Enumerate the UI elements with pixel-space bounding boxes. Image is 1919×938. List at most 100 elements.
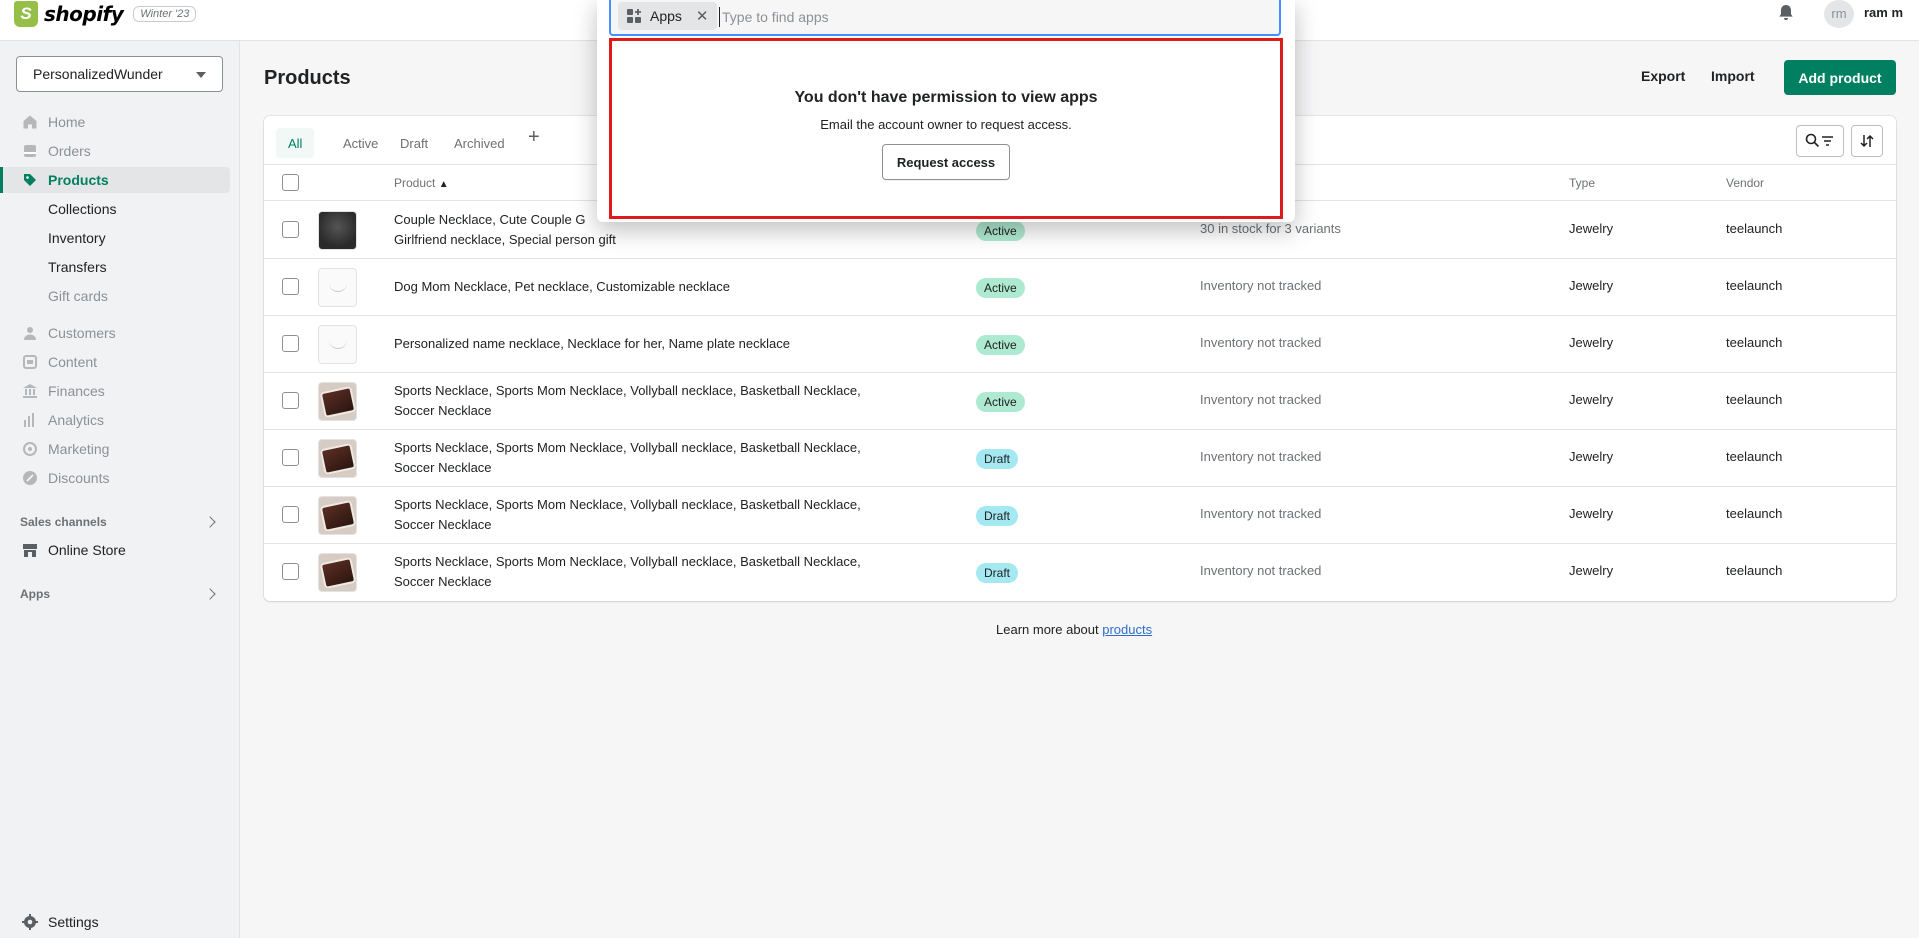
sidebar-item-home[interactable]: Home [0,109,230,135]
sidebar-item-online-store[interactable]: Online Store [0,537,230,563]
row-checkbox[interactable] [282,221,299,238]
apps-filter-chip[interactable]: Apps ✕ [618,2,717,30]
chevron-right-icon[interactable] [204,516,216,528]
bell-icon[interactable] [1776,3,1796,23]
tab-archived[interactable]: Archived [442,128,517,158]
request-access-button[interactable]: Request access [882,144,1010,180]
product-name[interactable]: Dog Mom Necklace, Pet necklace, Customiz… [394,277,924,297]
column-product[interactable]: Product ▲ [394,176,449,190]
sales-channels-label[interactable]: Sales channels [20,515,107,529]
vendor-cell: teelaunch [1726,563,1783,578]
products-help-link[interactable]: products [1102,622,1152,637]
sidebar-item-discounts[interactable]: Discounts [0,465,230,491]
import-button[interactable]: Import [1711,68,1755,84]
sidebar-item-content[interactable]: Content [0,349,230,375]
vendor-cell: teelaunch [1726,221,1783,236]
settings-link[interactable]: Settings [22,914,99,930]
tab-all[interactable]: All [276,128,315,158]
select-all-checkbox[interactable] [282,174,299,191]
product-name[interactable]: Sports Necklace, Sports Mom Necklace, Vo… [394,495,924,535]
apps-search-popover: Apps ✕ You don't have permission to view… [597,0,1295,222]
export-button[interactable]: Export [1641,68,1685,84]
product-thumbnail[interactable] [318,268,357,307]
caret-down-icon [196,72,206,78]
inventory-cell: Inventory not tracked [1200,563,1322,578]
table-row[interactable]: Sports Necklace, Sports Mom Necklace, Vo… [264,544,1896,601]
product-thumbnail[interactable] [318,325,357,364]
row-checkbox[interactable] [282,278,299,295]
avatar[interactable]: rm [1824,0,1854,28]
product-name[interactable]: Sports Necklace, Sports Mom Necklace, Vo… [394,438,924,478]
product-name[interactable]: Personalized name necklace, Necklace for… [394,334,924,354]
table-row[interactable]: Sports Necklace, Sports Mom Necklace, Vo… [264,373,1896,430]
tab-active[interactable]: Active [331,128,390,158]
home-icon [23,115,37,129]
store-selector[interactable]: PersonalizedWunder [16,56,223,92]
table-row[interactable]: Personalized name necklace, Necklace for… [264,316,1896,373]
tab-draft[interactable]: Draft [388,128,440,158]
table-row[interactable]: Dog Mom Necklace, Pet necklace, Customiz… [264,259,1896,316]
sidebar-item-marketing[interactable]: Marketing [0,436,230,462]
column-vendor[interactable]: Vendor [1726,176,1764,190]
sidebar-item-transfers[interactable]: Transfers [0,254,230,280]
status-badge: Draft [976,563,1019,583]
search-bar[interactable]: Apps ✕ [609,0,1281,36]
sidebar-item-finances[interactable]: Finances [0,378,230,404]
sidebar-item-products[interactable]: Products [0,167,230,193]
type-cell: Jewelry [1569,221,1614,236]
sidebar-item-gift-cards[interactable]: Gift cards [0,283,230,309]
content-icon [23,355,37,369]
shopify-logo[interactable]: S shopify Winter '23 [14,0,197,28]
type-cell: Jewelry [1569,335,1614,350]
bank-icon [23,384,37,398]
table-row[interactable]: Sports Necklace, Sports Mom Necklace, Vo… [264,487,1896,544]
sidebar-item-customers[interactable]: Customers [0,320,230,346]
search-filter-button[interactable] [1796,125,1844,157]
brand-wordmark: shopify [44,2,124,26]
row-checkbox[interactable] [282,563,299,580]
inventory-cell: Inventory not tracked [1200,392,1322,407]
vendor-cell: teelaunch [1726,449,1783,464]
add-product-button[interactable]: Add product [1784,60,1896,95]
sidebar-item-analytics[interactable]: Analytics [0,407,230,433]
inventory-cell: Inventory not tracked [1200,506,1322,521]
row-checkbox[interactable] [282,449,299,466]
settings-label: Settings [48,914,99,930]
product-thumbnail[interactable] [318,553,357,592]
sort-arrows-icon: ▲ [438,179,449,190]
type-cell: Jewelry [1569,392,1614,407]
orders-icon [24,145,36,157]
apps-label[interactable]: Apps [20,587,50,601]
product-name[interactable]: Sports Necklace, Sports Mom Necklace, Vo… [394,552,924,592]
row-checkbox[interactable] [282,335,299,352]
row-checkbox[interactable] [282,506,299,523]
sidebar-item-label: Gift cards [48,288,108,304]
discount-icon [23,471,37,485]
search-input[interactable] [719,7,1119,27]
column-type[interactable]: Type [1569,176,1595,190]
sidebar: PersonalizedWunder Home Orders Products … [0,41,240,938]
inventory-cell: 30 in stock for 3 variants [1200,221,1341,236]
chevron-right-icon[interactable] [204,588,216,600]
product-thumbnail[interactable] [318,211,357,250]
row-checkbox[interactable] [282,392,299,409]
table-row[interactable]: Sports Necklace, Sports Mom Necklace, Vo… [264,430,1896,487]
username[interactable]: ram m [1864,5,1903,20]
sidebar-item-label: Inventory [48,230,106,246]
status-badge: Draft [976,449,1019,469]
product-thumbnail[interactable] [318,496,357,535]
sidebar-item-label: Finances [48,383,105,399]
chip-label: Apps [650,8,682,24]
sidebar-item-inventory[interactable]: Inventory [0,225,230,251]
product-thumbnail[interactable] [318,439,357,478]
product-name[interactable]: Sports Necklace, Sports Mom Necklace, Vo… [394,381,924,421]
sidebar-item-label: Transfers [48,259,107,275]
sort-button[interactable] [1851,125,1883,157]
inventory-cell: Inventory not tracked [1200,335,1322,350]
add-view-plus-icon[interactable]: + [528,126,540,149]
sidebar-item-collections[interactable]: Collections [0,196,230,222]
product-thumbnail[interactable] [318,382,357,421]
status-badge: Draft [976,506,1019,526]
close-icon[interactable]: ✕ [696,7,709,25]
sidebar-item-orders[interactable]: Orders [0,138,230,164]
